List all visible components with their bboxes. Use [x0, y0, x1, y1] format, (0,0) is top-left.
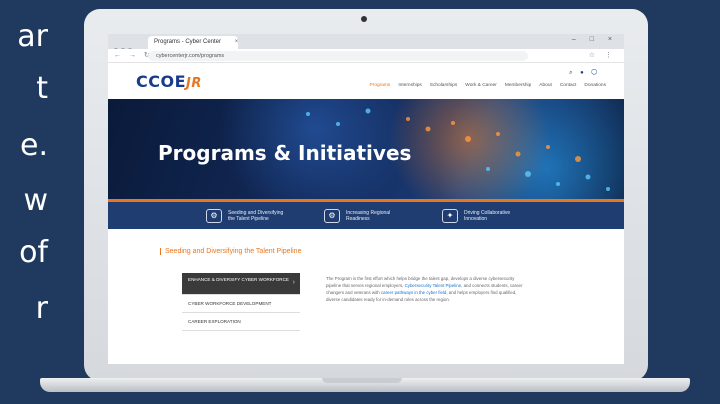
browser-menu-icon[interactable]: ☆ ⋮: [589, 51, 616, 59]
site-header: CCOEJR ⌕ ● ◯ Programs Internships Schola…: [108, 63, 624, 99]
side-navigation: ENHANCE & DIVERSIFY CYBER WORKFORCE › CY…: [182, 273, 300, 331]
pillar-label: Increasing Regional Readiness: [346, 209, 391, 222]
browser-tab[interactable]: Programs - Cyber Center ×: [148, 36, 238, 49]
hero-banner: Programs & Initiatives: [108, 99, 624, 199]
sidenav-item-enhance-diversify[interactable]: ENHANCE & DIVERSIFY CYBER WORKFORCE ›: [182, 273, 300, 295]
body-link-2[interactable]: career pathways in the cyber field,: [381, 290, 448, 295]
tab-title: Programs - Cyber Center: [154, 39, 222, 45]
network-icon: ⚙: [206, 208, 222, 223]
section-title: Seeding and Diversifying the Talent Pipe…: [160, 248, 301, 255]
gear-icon: ⚙: [324, 208, 340, 223]
body-paragraph: The Program is the first effort which he…: [326, 275, 526, 303]
menu-item-membership[interactable]: Membership: [505, 83, 531, 88]
slide-text-line: r: [35, 291, 48, 326]
laptop-screen: Programs - Cyber Center × – □ × ← → ↻ cy…: [108, 34, 624, 364]
nav-arrows-icon[interactable]: ← → ↻: [114, 51, 153, 59]
menu-item-about[interactable]: About: [539, 83, 552, 88]
header-icons[interactable]: ⌕ ● ◯: [569, 70, 600, 77]
pillar-label: Driving Collaborative Innovation: [464, 209, 511, 222]
sidenav-item-workforce-development[interactable]: CYBER WORKFORCE DEVELOPMENT: [182, 295, 300, 313]
sidenav-item-career-exploration[interactable]: CAREER EXPLORATION: [182, 313, 300, 331]
handshake-icon: ✦: [442, 208, 458, 223]
body-link-1[interactable]: Cybersecurity Talent Pipeline,: [405, 283, 463, 288]
url-field[interactable]: cybercenterjr.com/programs: [148, 51, 528, 61]
pillar-collaborative-innovation[interactable]: ✦ Driving Collaborative Innovation: [442, 208, 526, 223]
logo-main: CCOE: [136, 72, 187, 91]
content-area: Seeding and Diversifying the Talent Pipe…: [108, 229, 624, 364]
menu-item-donations[interactable]: Donations: [584, 83, 606, 88]
ccoe-logo[interactable]: CCOEJR: [136, 72, 202, 91]
slide-text-fragments: ar t e. w of r: [0, 0, 80, 404]
hero-title: Programs & Initiatives: [158, 141, 412, 165]
webcam-icon: [361, 16, 367, 22]
chevron-right-icon: ›: [292, 279, 295, 286]
sidenav-label: ENHANCE & DIVERSIFY CYBER WORKFORCE: [188, 277, 289, 282]
slide-text-line: t: [36, 71, 48, 106]
menu-item-scholarships[interactable]: Scholarships: [430, 83, 457, 88]
menu-item-internships[interactable]: Internships: [398, 83, 421, 88]
slide-text-line: ar: [17, 19, 48, 54]
address-bar: ← → ↻ cybercenterjr.com/programs ☆ ⋮: [108, 49, 624, 63]
laptop-notch: [322, 378, 402, 383]
menu-item-work-career[interactable]: Work & Career: [465, 83, 497, 88]
tab-close-icon[interactable]: ×: [235, 39, 238, 45]
slide-text-line: w: [23, 183, 48, 218]
pillar-talent-pipeline[interactable]: ⚙ Seeding and Diversifying the Talent Pi…: [206, 208, 290, 223]
logo-suffix: JR: [186, 76, 202, 91]
pillar-label: Seeding and Diversifying the Talent Pipe…: [228, 209, 284, 222]
slide-text-line: of: [19, 235, 48, 270]
menu-item-contact[interactable]: Contact: [560, 83, 577, 88]
slide-text-line: e.: [20, 128, 48, 163]
pillar-regional-readiness[interactable]: ⚙ Increasing Regional Readiness: [324, 208, 408, 223]
window-controls[interactable]: – □ ×: [572, 36, 618, 43]
menu-item-programs[interactable]: Programs: [370, 83, 391, 88]
browser-tab-bar: Programs - Cyber Center × – □ ×: [108, 34, 624, 52]
main-menu: Programs Internships Scholarships Work &…: [370, 83, 606, 88]
pillars-band: ⚙ Seeding and Diversifying the Talent Pi…: [108, 199, 624, 229]
